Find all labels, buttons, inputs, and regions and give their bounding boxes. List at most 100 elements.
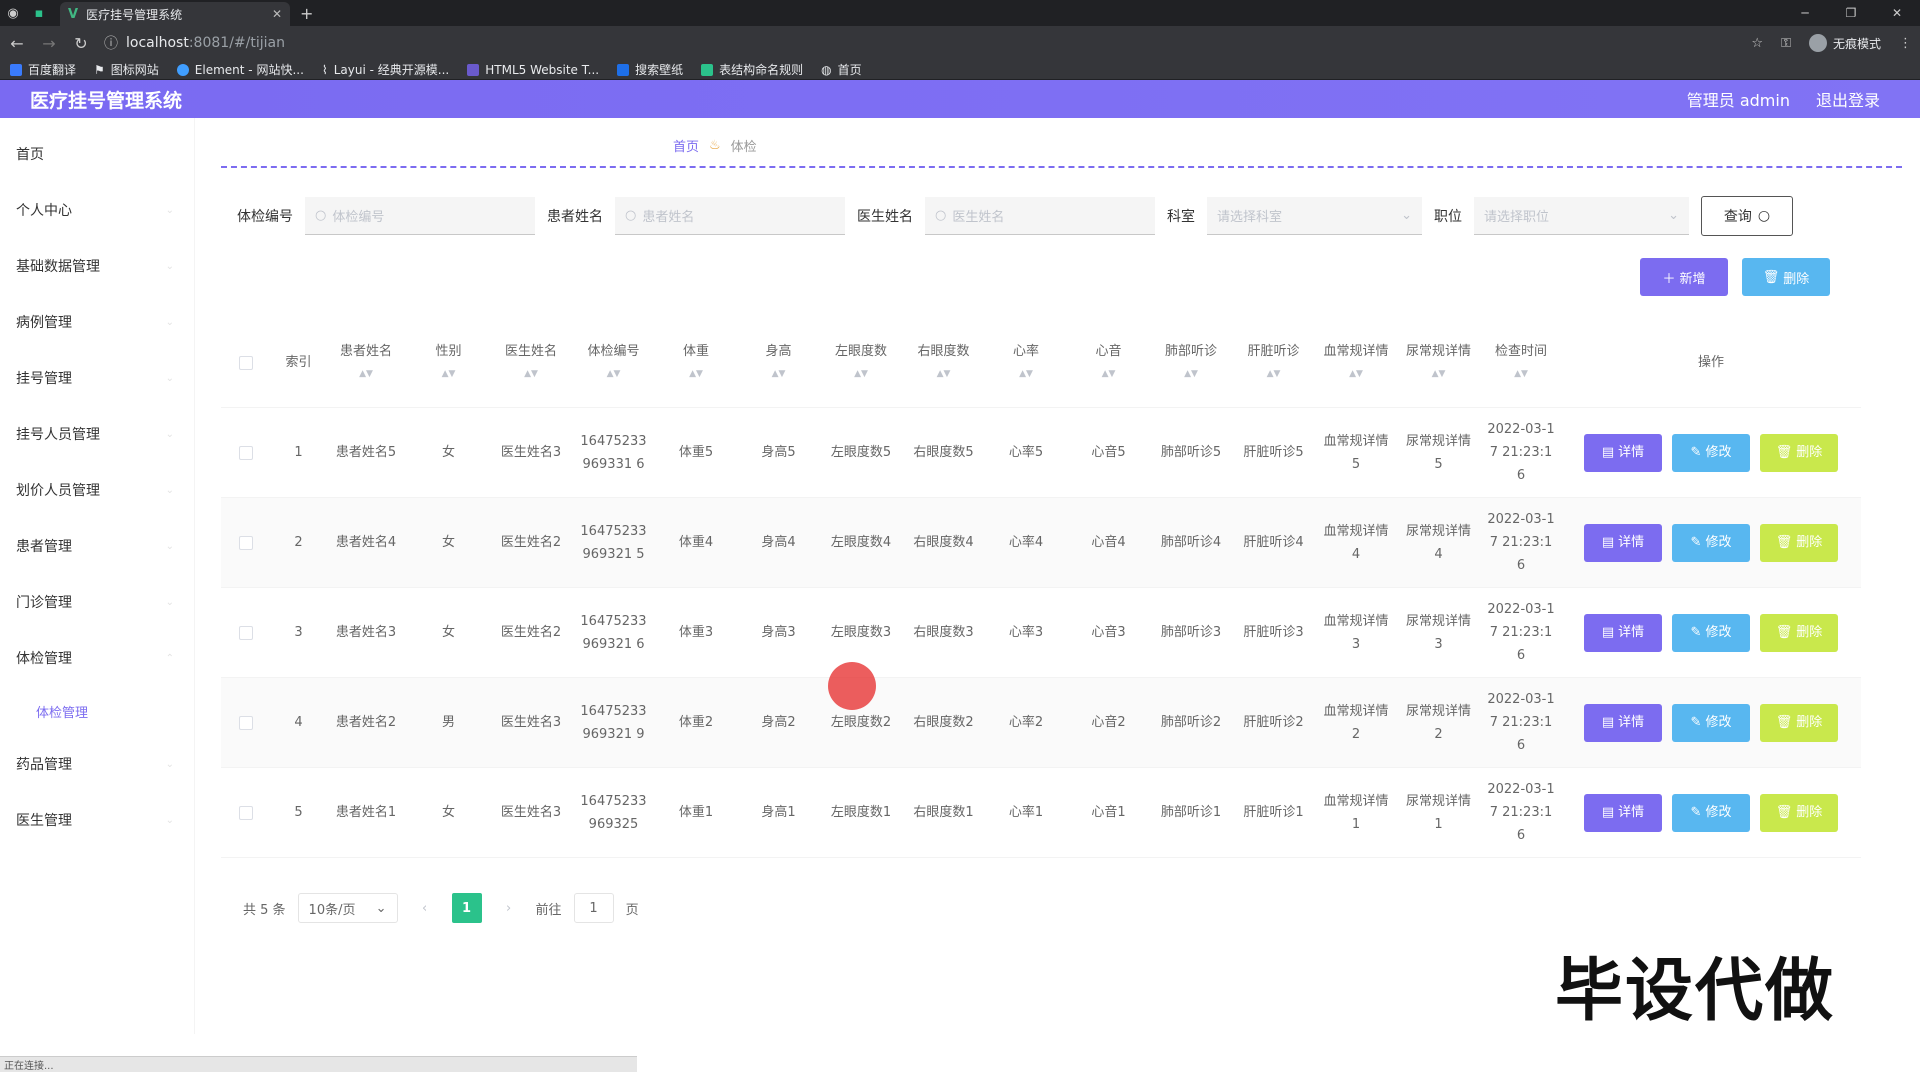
new-tab-icon[interactable]: + (300, 4, 313, 23)
sort-icon[interactable]: ▲▼ (1432, 363, 1446, 386)
row-checkbox[interactable] (239, 535, 253, 550)
detail-button[interactable]: ▤ 详情 (1584, 613, 1662, 652)
delete-button[interactable]: 🗑 删除 (1760, 793, 1838, 832)
sidebar-subitem-checkup-manage[interactable]: 体检管理 (0, 686, 194, 736)
sort-icon[interactable]: ▲▼ (772, 363, 786, 386)
doctor-name-input[interactable]: ○ 医生姓名 (925, 197, 1155, 235)
header-cell[interactable]: 血常规详情 ▲▼ (1316, 340, 1396, 386)
sort-icon[interactable]: ▲▼ (1102, 363, 1116, 386)
key-icon[interactable]: ⚿ (1781, 36, 1791, 51)
close-window-icon[interactable]: ✕ (1874, 0, 1920, 26)
reload-icon[interactable]: ↻ (72, 34, 90, 53)
next-page-icon[interactable]: › (494, 893, 524, 923)
back-icon[interactable]: ← (8, 34, 26, 53)
url-field[interactable]: ⓘ localhost:8081/#/tijian (104, 33, 1737, 53)
delete-button[interactable]: 🗑 删除 (1760, 613, 1838, 652)
row-checkbox[interactable] (239, 715, 253, 730)
sidebar-item-patients[interactable]: 患者管理 ⌄ (0, 518, 194, 574)
bookmark-item[interactable]: HTML5 Website T... (467, 63, 599, 77)
sort-icon[interactable]: ▲▼ (1184, 363, 1198, 386)
page-size-select[interactable]: 10条/页 ⌄ (297, 893, 398, 923)
edit-button[interactable]: ✎ 修改 (1672, 433, 1750, 472)
bookmark-item[interactable]: 百度翻译 (10, 61, 76, 78)
forward-icon[interactable]: → (40, 34, 58, 53)
select-all-checkbox[interactable] (239, 355, 253, 370)
sort-icon[interactable]: ▲▼ (359, 363, 373, 386)
page-number[interactable]: 1 (451, 893, 482, 923)
browser-menu-icon[interactable]: ◉ (0, 0, 26, 26)
sidebar-item-registrars[interactable]: 挂号人员管理 ⌄ (0, 406, 194, 462)
sidebar-item-outpatient[interactable]: 门诊管理 ⌄ (0, 574, 194, 630)
header-cell[interactable]: 左眼度数 ▲▼ (821, 340, 901, 386)
header-cell[interactable]: 医生姓名 ▲▼ (491, 340, 571, 386)
header-cell[interactable]: 体重 ▲▼ (656, 340, 736, 386)
edit-button[interactable]: ✎ 修改 (1672, 613, 1750, 652)
row-checkbox[interactable] (239, 625, 253, 640)
minimize-icon[interactable]: ─ (1782, 0, 1828, 26)
sidebar-item-checkup[interactable]: 体检管理 ⌃ (0, 630, 194, 686)
bookmark-item[interactable]: ◍ 首页 (821, 61, 862, 78)
sidebar-item-cases[interactable]: 病例管理 ⌄ (0, 294, 194, 350)
sidebar-item-registration[interactable]: 挂号管理 ⌄ (0, 350, 194, 406)
close-tab-icon[interactable]: ✕ (272, 7, 282, 21)
sort-icon[interactable]: ▲▼ (1267, 363, 1281, 386)
logout-link[interactable]: 退出登录 (1816, 87, 1880, 111)
sort-icon[interactable]: ▲▼ (607, 363, 621, 386)
department-select[interactable]: 请选择科室 ⌄ (1207, 197, 1422, 235)
edit-button[interactable]: ✎ 修改 (1672, 703, 1750, 742)
position-select[interactable]: 请选择职位 ⌄ (1474, 197, 1689, 235)
prev-page-icon[interactable]: ‹ (410, 893, 440, 923)
tab-group-icon[interactable]: ▪ (26, 0, 52, 26)
more-menu-icon[interactable]: ⋮ (1899, 36, 1912, 51)
delete-button[interactable]: 🗑 删除 (1760, 433, 1838, 472)
bookmark-item[interactable]: Element - 网站快... (176, 61, 304, 78)
detail-button[interactable]: ▤ 详情 (1584, 703, 1662, 742)
delete-button[interactable]: 🗑 删除 (1760, 703, 1838, 742)
bookmark-star-icon[interactable]: ☆ (1751, 36, 1763, 51)
row-checkbox[interactable] (239, 445, 253, 460)
batch-delete-button[interactable]: 🗑 删除 (1742, 258, 1830, 296)
sort-icon[interactable]: ▲▼ (1019, 363, 1033, 386)
detail-button[interactable]: ▤ 详情 (1584, 433, 1662, 472)
header-cell[interactable]: 心音 ▲▼ (1066, 340, 1151, 386)
add-button[interactable]: ＋新增 (1640, 258, 1728, 296)
query-button[interactable]: 查询 ○ (1701, 196, 1793, 236)
breadcrumb-home[interactable]: 首页 (673, 136, 699, 155)
sidebar-item-drugs[interactable]: 药品管理 ⌄ (0, 736, 194, 792)
header-cell[interactable]: 右眼度数 ▲▼ (901, 340, 986, 386)
sort-icon[interactable]: ▲▼ (689, 363, 703, 386)
header-cell[interactable]: 肝脏听诊 ▲▼ (1231, 340, 1316, 386)
bookmark-item[interactable]: 表结构命名规则 (701, 61, 803, 78)
header-cell[interactable]: 检查时间 ▲▼ (1481, 340, 1561, 386)
incognito-badge[interactable]: 无痕模式 (1808, 34, 1881, 52)
row-checkbox[interactable] (239, 805, 253, 820)
header-cell[interactable]: 索引 (271, 351, 326, 374)
sidebar-item-pricers[interactable]: 划价人员管理 ⌄ (0, 462, 194, 518)
header-cell[interactable]: 尿常规详情 ▲▼ (1396, 340, 1481, 386)
bookmark-item[interactable]: ⚑ 图标网站 (94, 61, 159, 78)
detail-button[interactable]: ▤ 详情 (1584, 523, 1662, 562)
sidebar-item-doctors[interactable]: 医生管理 ⌄ (0, 792, 194, 848)
edit-button[interactable]: ✎ 修改 (1672, 793, 1750, 832)
bookmark-item[interactable]: 搜索壁纸 (617, 61, 683, 78)
sidebar-item-profile[interactable]: 个人中心 ⌄ (0, 182, 194, 238)
header-cell[interactable]: 体检编号 ▲▼ (571, 340, 656, 386)
sort-icon[interactable]: ▲▼ (524, 363, 538, 386)
edit-button[interactable]: ✎ 修改 (1672, 523, 1750, 562)
bookmark-item[interactable]: ⌇ Layui - 经典开源模... (322, 61, 449, 78)
header-cell[interactable]: 心率 ▲▼ (986, 340, 1066, 386)
browser-tab[interactable]: V 医疗挂号管理系统 ✕ (60, 2, 290, 26)
sort-icon[interactable]: ▲▼ (1514, 363, 1528, 386)
header-cell[interactable]: 性别 ▲▼ (406, 340, 491, 386)
restore-icon[interactable]: ❐ (1828, 0, 1874, 26)
patient-name-input[interactable]: ○ 患者姓名 (615, 197, 845, 235)
header-cell[interactable]: 肺部听诊 ▲▼ (1151, 340, 1231, 386)
sort-icon[interactable]: ▲▼ (937, 363, 951, 386)
sidebar-item-home[interactable]: 首页 (0, 126, 194, 182)
sort-icon[interactable]: ▲▼ (1349, 363, 1363, 386)
delete-button[interactable]: 🗑 删除 (1760, 523, 1838, 562)
sort-icon[interactable]: ▲▼ (854, 363, 868, 386)
detail-button[interactable]: ▤ 详情 (1584, 793, 1662, 832)
sidebar-item-base-data[interactable]: 基础数据管理 ⌄ (0, 238, 194, 294)
checkup-no-input[interactable]: ○ 体检编号 (305, 197, 535, 235)
